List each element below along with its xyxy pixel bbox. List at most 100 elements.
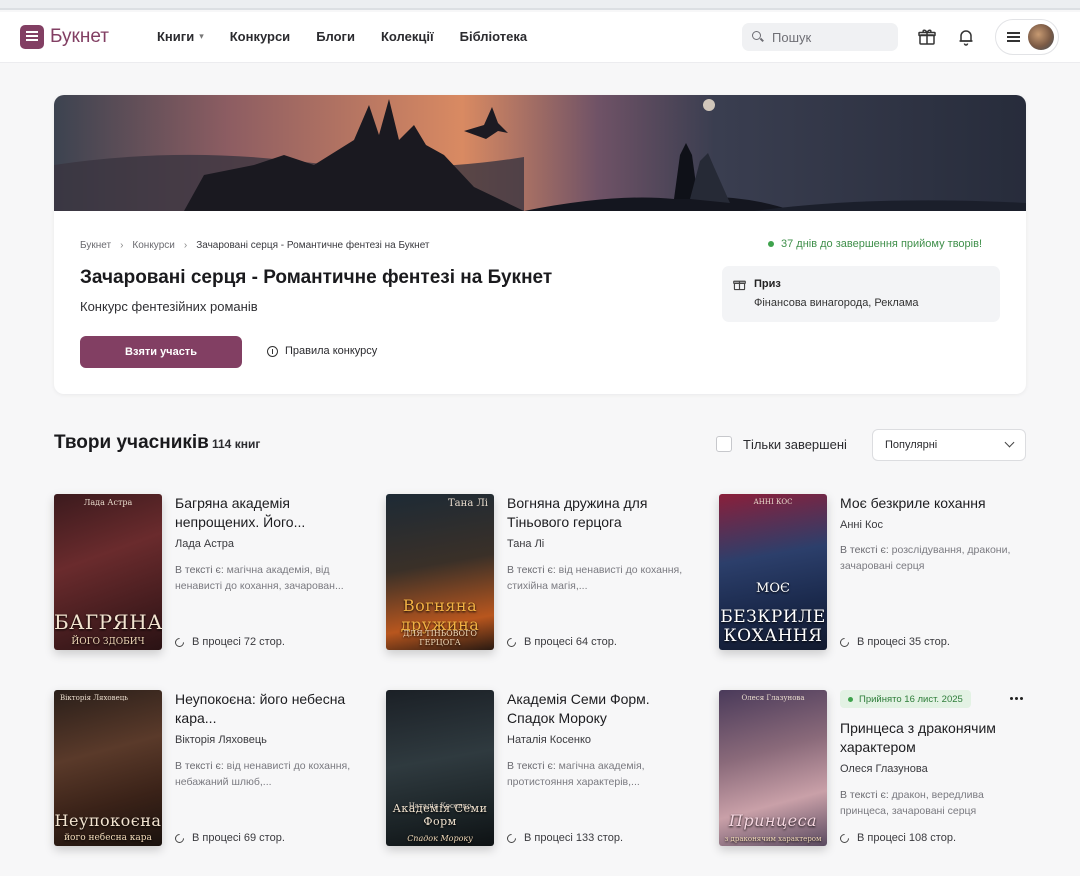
status-text: В процесі 108 стор.	[857, 832, 956, 844]
completed-only-filter[interactable]: Тільки завершені	[716, 436, 847, 452]
tags-label: В тексті є:	[507, 760, 556, 772]
nav-item-library[interactable]: Бібліотека	[460, 29, 527, 44]
user-menu-button[interactable]	[995, 19, 1059, 55]
refresh-icon	[505, 831, 518, 845]
chevron-right-icon: ›	[183, 240, 188, 251]
book-cover[interactable]: Тана Лі Вогняна дружина ДЛЯ ТІНЬОВОГО ГЕ…	[386, 494, 494, 650]
book-status: В процесі 133 стор.	[505, 831, 623, 845]
status-dot-icon	[768, 241, 774, 247]
book-tags: В тексті є: магічна академія, від ненави…	[175, 562, 365, 594]
book-cover[interactable]: Олеся Глазунова Принцеса з драконячим ха…	[719, 690, 827, 846]
breadcrumb-home[interactable]: Букнет	[80, 240, 111, 251]
book-author[interactable]: Вікторія Ляховець	[175, 734, 267, 746]
book-card: Олеся Глазунова Принцеса з драконячим ха…	[719, 690, 1029, 848]
gift-icon	[733, 278, 746, 291]
book-title[interactable]: Академія Семи Форм. Спадок Мороку	[507, 690, 697, 728]
book-author[interactable]: Анні Кос	[840, 519, 883, 531]
refresh-icon	[173, 635, 186, 649]
nav-item-blogs[interactable]: Блоги	[316, 29, 355, 44]
cover-subtitle: ЙОГО ЗДОБИЧ	[71, 637, 145, 647]
status-text: В процесі 64 стор.	[524, 636, 617, 648]
book-tags: В тексті є: магічна академія, протистоян…	[507, 758, 697, 790]
logo-text: Букнет	[50, 26, 109, 47]
chevron-right-icon: ›	[120, 240, 124, 251]
badge-text: Прийнято 16 лист. 2025	[859, 693, 963, 705]
cover-subtitle: ДЛЯ ТІНЬОВОГО ГЕРЦОГА	[403, 629, 477, 647]
nav-item-books[interactable]: Книги ▾	[157, 29, 204, 44]
prize-box: Приз Фінансова винагорода, Реклама	[722, 266, 1000, 322]
deadline-status: 37 днів до завершення прийому творів!	[768, 238, 982, 250]
deadline-text: 37 днів до завершення прийому творів!	[781, 238, 983, 250]
contest-rules-link[interactable]: Правила конкурсу	[267, 345, 377, 357]
status-text: В процесі 35 стор.	[857, 636, 950, 648]
cover-title: БЕЗКРИЛЕ КОХАННЯ	[720, 607, 826, 646]
site-header: Букнет Книги ▾ Конкурси Блоги Колекції Б…	[0, 12, 1080, 63]
chevron-down-icon	[1004, 437, 1015, 448]
book-card: АННІ КОС МОЄ БЕЗКРИЛЕ КОХАННЯ Моє безкри…	[719, 494, 1029, 652]
books-count: 114 книг	[212, 437, 261, 451]
search-box[interactable]	[742, 23, 898, 51]
nav-item-collections[interactable]: Колекції	[381, 29, 434, 44]
cover-title: Неупокоєна	[54, 811, 162, 830]
accepted-badge: Прийнято 16 лист. 2025	[840, 690, 971, 708]
status-dot-icon	[848, 696, 853, 702]
search-input[interactable]	[772, 29, 882, 45]
nav-item-label: Конкурси	[229, 29, 291, 44]
menu-icon	[1007, 31, 1020, 43]
refresh-icon	[838, 831, 851, 845]
book-status: В процесі 72 стор.	[173, 635, 285, 649]
refresh-icon	[505, 635, 518, 649]
book-status: В процесі 35 стор.	[838, 635, 950, 649]
cover-title: Принцеса	[728, 811, 818, 830]
sort-select[interactable]: Популярні	[872, 429, 1026, 461]
main-nav: Книги ▾ Конкурси Блоги Колекції Бібліоте…	[157, 29, 553, 44]
book-title[interactable]: Вогняна дружина для Тіньового герцога	[507, 494, 697, 532]
book-author[interactable]: Наталія Косенко	[507, 734, 591, 746]
completed-checkbox[interactable]	[716, 436, 732, 452]
bell-icon[interactable]	[956, 27, 976, 47]
status-text: В процесі 72 стор.	[192, 636, 285, 648]
book-title[interactable]: Неупокоєна: його небесна кара...	[175, 690, 365, 728]
book-status: В процесі 108 стор.	[838, 831, 956, 845]
book-cover[interactable]: Лада Астра БАГРЯНА ЙОГО ЗДОБИЧ	[54, 494, 162, 650]
search-icon	[752, 31, 764, 43]
book-card: Вікторія Ляховець Неупокоєна його небесн…	[54, 690, 364, 848]
more-options-icon[interactable]	[1009, 696, 1025, 702]
avatar	[1028, 24, 1054, 50]
tags-label: В тексті є:	[175, 760, 224, 772]
nav-item-contests[interactable]: Конкурси	[230, 29, 290, 44]
book-cover[interactable]: Наталія Косенко Академія Семи Форм Спадо…	[386, 690, 494, 846]
refresh-icon	[173, 831, 186, 845]
status-text: В процесі 69 стор.	[192, 832, 285, 844]
book-author[interactable]: Олеся Глазунова	[840, 763, 928, 775]
site-logo[interactable]: Букнет	[20, 25, 109, 49]
book-tags: В тексті є: розслідування, дракони, зача…	[840, 542, 1030, 574]
book-card: Лада Астра БАГРЯНА ЙОГО ЗДОБИЧ Багряна а…	[54, 494, 364, 652]
chevron-down-icon: ▾	[199, 31, 204, 41]
book-author[interactable]: Тана Лі	[507, 538, 544, 550]
gift-icon[interactable]	[917, 27, 937, 47]
book-title[interactable]: Принцеса з драконячим характером	[840, 719, 1030, 757]
book-title[interactable]: Моє безкриле кохання	[840, 494, 1030, 513]
cover-author: Вікторія Ляховець	[60, 694, 129, 702]
cover-subtitle: МОЄ	[756, 581, 790, 596]
book-title[interactable]: Багряна академія непрощених. Його...	[175, 494, 365, 532]
book-author[interactable]: Лада Астра	[175, 538, 234, 550]
info-icon	[267, 345, 278, 357]
tags-label: В тексті є:	[175, 564, 224, 576]
cover-author: АННІ КОС	[753, 498, 793, 506]
prize-value: Фінансова винагорода, Реклама	[754, 297, 919, 309]
tags-label: В тексті є:	[840, 789, 889, 801]
breadcrumb-contests[interactable]: Конкурси	[132, 240, 174, 251]
book-tags: В тексті є: від ненависті до кохання, не…	[175, 758, 365, 790]
join-contest-button[interactable]: Взяти участь	[80, 336, 242, 368]
refresh-icon	[838, 635, 851, 649]
rules-label: Правила конкурсу	[285, 345, 378, 357]
book-card: Наталія Косенко Академія Семи Форм Спадо…	[386, 690, 696, 848]
nav-item-label: Бібліотека	[459, 29, 528, 44]
book-cover[interactable]: Вікторія Ляховець Неупокоєна його небесн…	[54, 690, 162, 846]
nav-item-label: Книги	[157, 29, 195, 44]
book-cover[interactable]: АННІ КОС МОЄ БЕЗКРИЛЕ КОХАННЯ	[719, 494, 827, 650]
book-card: Тана Лі Вогняна дружина ДЛЯ ТІНЬОВОГО ГЕ…	[386, 494, 696, 652]
nav-item-label: Блоги	[316, 29, 355, 44]
